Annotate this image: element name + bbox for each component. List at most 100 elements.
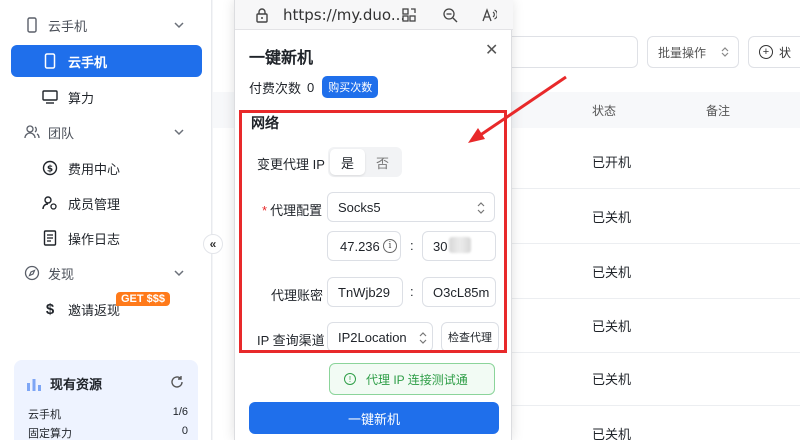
sidebar-item-label: 成员管理 xyxy=(68,196,121,212)
svg-text:$: $ xyxy=(47,165,53,175)
extensions-icon[interactable] xyxy=(401,7,417,23)
success-text: 代理 IP 连接测试通 xyxy=(366,372,468,387)
log-icon xyxy=(42,230,58,246)
toggle-yes[interactable]: 是 xyxy=(330,149,365,175)
address-bar[interactable]: https://my.duo... xyxy=(235,0,513,30)
chevron-down-icon[interactable] xyxy=(172,266,186,280)
close-icon[interactable]: ✕ xyxy=(485,40,498,60)
ip-channel-value: IP2Location xyxy=(338,329,407,345)
sidebar-item-cloud-phone[interactable]: 云手机 xyxy=(11,45,202,77)
sidebar-item-label: 操作日志 xyxy=(68,231,121,247)
sidebar-item-compute[interactable]: 算力 xyxy=(11,81,202,113)
batch-operation-select[interactable]: 批量操作 xyxy=(647,36,739,68)
nav-group-label: 云手机 xyxy=(48,18,88,34)
toggle-no[interactable]: 否 xyxy=(365,149,400,175)
resources-title-text: 现有资源 xyxy=(50,377,103,392)
chevron-down-icon[interactable] xyxy=(172,18,186,32)
phone-icon xyxy=(42,53,58,69)
sidebar-item-invite[interactable]: $ 邀请返现 xyxy=(11,293,202,325)
table-cell-status: 已关机 xyxy=(592,319,632,334)
change-proxy-label: 变更代理 IP xyxy=(257,157,325,172)
zoom-out-icon[interactable] xyxy=(442,7,458,23)
nav-group-discover[interactable]: 发现 xyxy=(10,258,202,288)
dialog-title: 一键新机 xyxy=(249,50,314,67)
resources-card: 现有资源 云手机 1/6 固定算力 0 xyxy=(14,360,198,440)
sidebar-item-label: 云手机 xyxy=(68,54,108,70)
proxy-type-select[interactable]: Socks5 xyxy=(327,192,495,222)
nav-group-label: 团队 xyxy=(48,125,75,141)
add-button[interactable]: + 状 xyxy=(748,36,800,68)
get-cash-badge: GET $$$ xyxy=(116,292,171,306)
proxy-ip-value: 47.236 xyxy=(340,238,380,254)
proxy-config-label-text: 代理配置 xyxy=(270,203,323,218)
proxy-port-value: 30 xyxy=(433,238,448,254)
table-cell-status: 已关机 xyxy=(592,265,632,280)
pay-count-label: 付费次数 xyxy=(249,80,302,96)
info-icon[interactable]: i xyxy=(383,239,397,253)
chevron-down-icon[interactable] xyxy=(172,125,186,139)
row-divider xyxy=(500,405,800,406)
table-cell-status: 已开机 xyxy=(592,155,632,170)
sort-arrows-icon xyxy=(721,47,729,57)
buy-count-button[interactable]: 购买次数 xyxy=(322,76,379,98)
monitor-icon xyxy=(42,89,58,105)
column-header-status: 状态 xyxy=(592,104,617,118)
refresh-icon[interactable] xyxy=(170,375,184,389)
resource-row: 云手机 1/6 xyxy=(28,406,188,422)
pay-count-row: 付费次数 0 购买次数 xyxy=(249,76,379,98)
url-text[interactable]: https://my.duo... xyxy=(283,6,405,24)
proxy-account-label: 代理账密 xyxy=(271,288,324,303)
select-arrows-icon xyxy=(419,332,427,344)
browser-popup: https://my.duo... 一键新机 ✕ 付费次数 0 购买次数 网络 … xyxy=(234,0,513,440)
proxy-config-label: * 代理配置 xyxy=(262,203,323,218)
proxy-type-value: Socks5 xyxy=(338,199,381,215)
row-divider xyxy=(500,188,800,189)
table-cell-status: 已关机 xyxy=(592,372,632,387)
column-header-remark: 备注 xyxy=(706,104,731,118)
nav-group-cloud-phone[interactable]: 云手机 xyxy=(10,10,202,40)
pay-count-value: 0 xyxy=(307,79,315,95)
redacted-port xyxy=(449,237,471,253)
compass-icon xyxy=(24,265,40,281)
select-arrows-icon xyxy=(477,202,485,214)
ip-channel-label: IP 查询渠道 xyxy=(257,333,325,348)
resources-title: 现有资源 xyxy=(26,374,102,393)
proxy-username-input[interactable]: TnWjb29 xyxy=(327,277,403,307)
collapse-sidebar-button[interactable]: « xyxy=(203,234,223,254)
dollar-circle-icon: $ xyxy=(42,160,58,176)
resource-value: 1/6 xyxy=(172,406,188,418)
row-divider xyxy=(500,243,800,244)
check-proxy-button[interactable]: 检查代理 xyxy=(441,322,499,352)
nav-group-team[interactable]: 团队 xyxy=(10,117,202,147)
members-icon xyxy=(42,195,58,211)
separator-colon: : xyxy=(410,284,414,299)
plus-circle-icon: + xyxy=(759,45,773,59)
sidebar-item-label: 费用中心 xyxy=(68,161,121,177)
proxy-username-value: TnWjb29 xyxy=(338,284,391,300)
sidebar-item-logs[interactable]: 操作日志 xyxy=(11,222,202,254)
sidebar-item-members[interactable]: 成员管理 xyxy=(11,187,202,219)
ip-channel-select[interactable]: IP2Location xyxy=(327,322,433,352)
separator-colon: : xyxy=(410,238,414,253)
submit-new-device-button[interactable]: 一键新机 xyxy=(249,402,499,434)
bar-chart-icon xyxy=(27,378,41,391)
sidebar-item-label: 算力 xyxy=(68,90,95,106)
table-cell-status: 已关机 xyxy=(592,427,632,440)
resource-label: 云手机 xyxy=(28,409,61,421)
add-button-label: 状 xyxy=(779,45,792,60)
batch-operation-label: 批量操作 xyxy=(658,45,707,60)
success-info-icon: ! xyxy=(344,373,356,385)
phone-outline-icon xyxy=(24,17,40,33)
sidebar-item-label: 邀请返现 xyxy=(68,302,121,318)
resource-label: 固定算力 xyxy=(28,428,72,440)
row-divider xyxy=(500,298,800,299)
proxy-password-input[interactable]: O3cL85m xyxy=(422,277,496,307)
network-section-title: 网络 xyxy=(251,115,279,131)
resource-value: 0 xyxy=(181,425,188,437)
read-aloud-icon[interactable] xyxy=(481,7,497,23)
proxy-test-success-message: ! 代理 IP 连接测试通 xyxy=(329,363,495,395)
sidebar-item-billing[interactable]: $ 费用中心 xyxy=(11,152,202,184)
table-cell-status: 已关机 xyxy=(592,210,632,225)
sidebar: 云手机 云手机 算力 团队 $ 费用中心 成员管理 操作日志 发现 $ 邀请返现… xyxy=(0,0,212,440)
change-proxy-toggle[interactable]: 是 否 xyxy=(328,147,402,177)
